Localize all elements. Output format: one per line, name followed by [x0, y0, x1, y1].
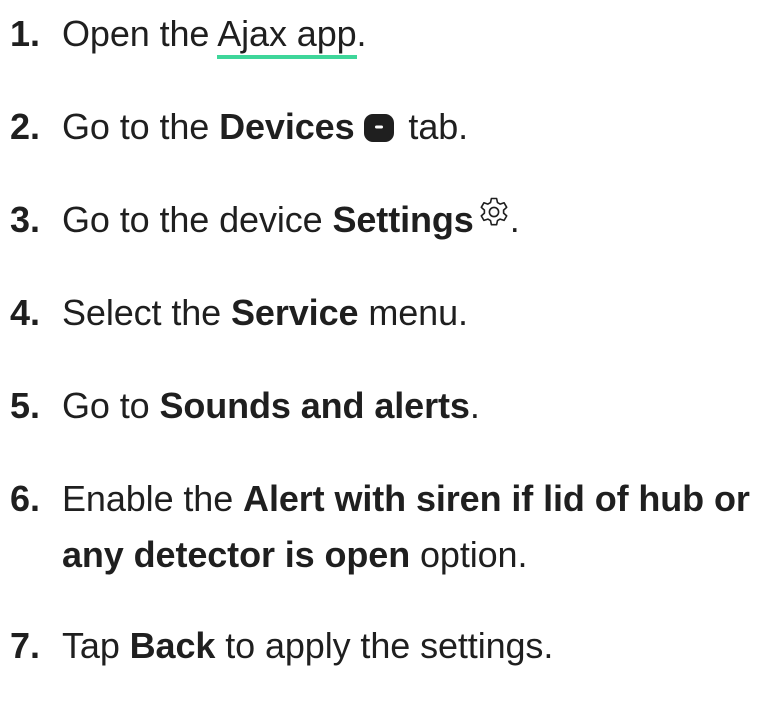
- step-text-plain: .: [469, 385, 480, 426]
- step-text-plain: Open the: [62, 13, 218, 54]
- step-text-plain: Go to the: [62, 106, 220, 147]
- step-text-plain: option.: [410, 534, 528, 575]
- step-text: Open the Ajax app.: [62, 6, 766, 62]
- step-number: 3.: [10, 199, 41, 240]
- step-3: 3. Go to the device Settings.: [10, 192, 766, 248]
- step-text: Enable the Alert with siren if lid of hu…: [62, 471, 766, 583]
- step-text-bold: Service: [231, 292, 359, 333]
- step-number: 7.: [10, 625, 41, 666]
- devices-icon: [363, 114, 394, 142]
- step-text-bold: Settings: [332, 199, 474, 240]
- step-text-plain: Go to the device: [62, 199, 333, 240]
- step-text-line: Enable the Alert with siren if lid of hu…: [62, 471, 766, 527]
- step-text-line: any detector is open option.: [62, 527, 766, 583]
- step-2: 2. Go to the Devices tab.: [10, 99, 766, 155]
- step-text-plain: Enable the: [62, 478, 244, 519]
- step-1: 1. Open the Ajax app.: [10, 6, 766, 62]
- step-number: 1.: [10, 13, 41, 54]
- step-7: 7. Tap Back to apply the settings.: [10, 618, 766, 674]
- step-text: Select the Service menu.: [62, 285, 766, 341]
- step-text-plain: menu.: [358, 292, 468, 333]
- step-number: 4.: [10, 292, 41, 333]
- instruction-steps-list: 1. Open the Ajax app. 2. Go to the Devic…: [10, 0, 766, 711]
- step-number: 2.: [10, 106, 41, 147]
- ajax-app-link[interactable]: Ajax app: [217, 13, 357, 59]
- step-text-bold: Sounds and alerts: [159, 385, 470, 426]
- step-text-bold: Devices: [219, 106, 355, 147]
- step-text-plain: .: [356, 13, 367, 54]
- step-text: Tap Back to apply the settings.: [62, 618, 766, 674]
- step-4: 4. Select the Service menu.: [10, 285, 766, 341]
- step-5: 5. Go to Sounds and alerts.: [10, 378, 766, 434]
- step-text-plain: Go to: [62, 385, 160, 426]
- step-text: Go to Sounds and alerts.: [62, 378, 766, 434]
- step-6: 6. Enable the Alert with siren if lid of…: [10, 471, 766, 583]
- step-text-plain: .: [509, 199, 520, 240]
- step-text-bold: any detector is open: [62, 534, 411, 575]
- step-text-bold: Alert with siren if lid of hub or: [243, 478, 750, 519]
- gear-icon: [480, 197, 508, 226]
- step-text: Go to the device Settings.: [62, 192, 766, 248]
- step-text: Go to the Devices tab.: [62, 99, 766, 155]
- step-text-plain: tab.: [398, 106, 469, 147]
- step-number: 6.: [10, 478, 41, 519]
- step-number: 5.: [10, 385, 41, 426]
- step-text-plain: Select the: [62, 292, 232, 333]
